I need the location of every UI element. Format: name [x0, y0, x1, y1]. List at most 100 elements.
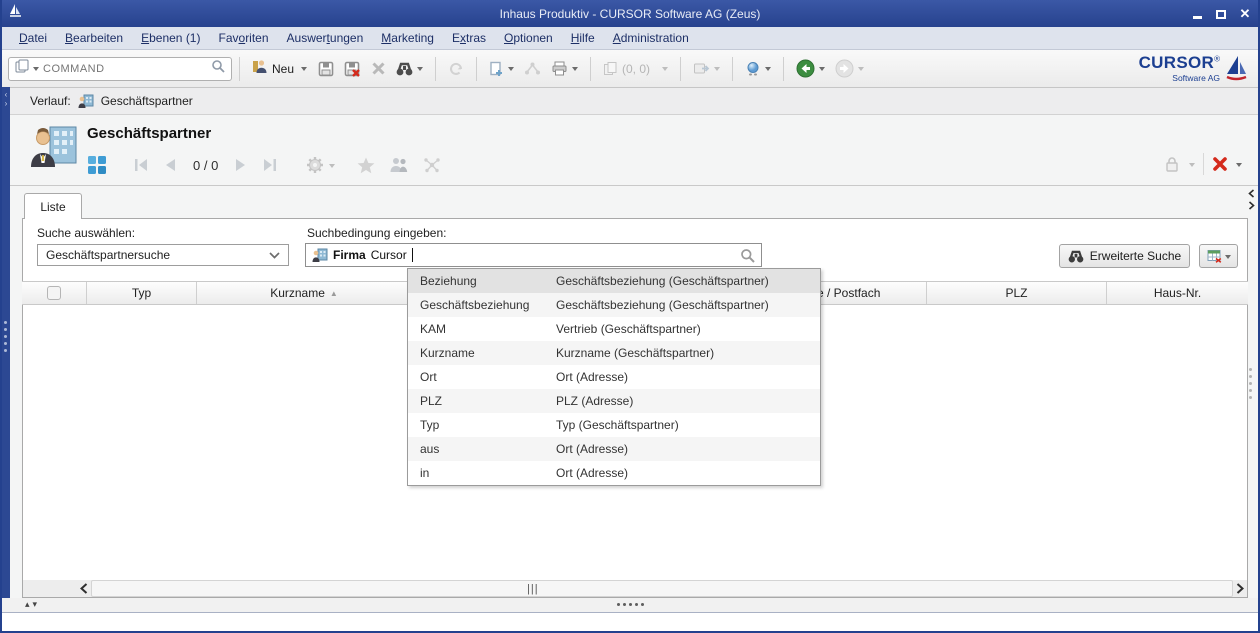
scroll-right-button[interactable] [1233, 580, 1247, 597]
left-splitter-strip[interactable]: ‹› [2, 87, 10, 611]
search-select[interactable]: Geschäftspartnersuche [37, 244, 289, 266]
lock-icon [1163, 155, 1181, 173]
menu-hilfe[interactable]: Hilfe [562, 31, 604, 45]
right-grip-dots-icon[interactable] [1249, 368, 1252, 399]
menu-auswertungen[interactable]: Auswertungen [278, 31, 373, 45]
suggestion-item[interactable]: BeziehungGeschäftsbeziehung (Geschäftspa… [408, 269, 820, 293]
history-bar: Verlauf: Geschäftspartner [10, 88, 1260, 115]
command-input[interactable] [43, 63, 207, 75]
select-all-checkbox[interactable] [47, 286, 61, 300]
menu-marketing[interactable]: Marketing [372, 31, 443, 45]
document-plus-icon [489, 61, 504, 77]
record-counter: 0 / 0 [191, 158, 220, 173]
menu-bearbeiten[interactable]: Bearbeiten [56, 31, 132, 45]
search-condition-input[interactable]: Firma Cursor [305, 243, 762, 267]
app-window: Inhaus Produktiv - CURSOR Software AG (Z… [0, 0, 1260, 633]
new-document-button[interactable] [484, 58, 519, 80]
left-grip-dots-icon [4, 321, 7, 352]
window-controls: ✕ [1190, 0, 1252, 27]
search-binoculars-button[interactable] [391, 59, 428, 79]
save-close-icon [344, 61, 361, 77]
search-token-firma: Firma [333, 248, 366, 262]
grid-view-icon[interactable] [87, 155, 107, 175]
online-user-caret-icon[interactable] [765, 67, 771, 74]
text-caret [412, 248, 413, 262]
printer-icon [551, 61, 568, 76]
suggestion-item[interactable]: TypTyp (Geschäftspartner) [408, 413, 820, 437]
save-icon [318, 61, 334, 77]
save-close-button[interactable] [339, 58, 366, 80]
column-config-button[interactable] [1199, 244, 1238, 268]
print-caret-icon[interactable] [572, 67, 578, 74]
column-config-caret-icon [1225, 255, 1231, 262]
scroll-left-button[interactable] [77, 580, 91, 597]
new-document-caret-icon[interactable] [508, 67, 514, 74]
main-toolbar: Neu [0, 50, 1260, 88]
search-condition-label: Suchbedingung eingeben: [307, 226, 446, 240]
splitter-grip-dots-icon[interactable] [617, 603, 644, 606]
cursor-logo: CURSOR® Software AG [1139, 54, 1248, 84]
gear-caret-icon [329, 164, 335, 171]
right-collapse-arrows[interactable] [1248, 189, 1255, 210]
column-header-plz[interactable]: PLZ [927, 282, 1107, 304]
menu-extras[interactable]: Extras [443, 31, 495, 45]
command-combobox[interactable] [8, 57, 232, 81]
suggestion-item[interactable]: KAMVertrieb (Geschäftspartner) [408, 317, 820, 341]
export-button [688, 58, 725, 79]
maximize-button[interactable] [1214, 7, 1228, 21]
businesspartner-icon [30, 121, 82, 178]
next-record-icon [234, 158, 248, 172]
navigate-back-button[interactable] [791, 56, 830, 81]
menu-favoriten[interactable]: Favoriten [209, 31, 277, 45]
input-search-icon[interactable] [740, 248, 755, 263]
scrollbar-thumb[interactable]: ||| [91, 580, 1233, 597]
minimize-button[interactable] [1190, 7, 1204, 21]
suggestion-item[interactable]: OrtOrt (Adresse) [408, 365, 820, 389]
command-search-icon[interactable] [211, 59, 225, 78]
column-header-hausnr[interactable]: Haus-Nr. [1107, 282, 1248, 304]
search-typed-text: Cursor [371, 248, 407, 262]
close-record-icon[interactable] [1212, 156, 1228, 172]
advanced-search-button[interactable]: Erweiterte Suche [1059, 244, 1190, 268]
scrollbar-grip-icon: ||| [527, 583, 539, 595]
close-button[interactable]: ✕ [1238, 7, 1252, 21]
select-all-header-cell [22, 282, 87, 304]
toolbar-separator [783, 57, 784, 81]
menu-datei[interactable]: Datei [10, 31, 56, 45]
close-record-caret-icon[interactable] [1236, 163, 1242, 170]
back-caret-icon[interactable] [819, 67, 825, 74]
search-dropdown-caret-icon[interactable] [417, 67, 423, 74]
left-collapse-arrows-icon[interactable]: ‹› [2, 90, 10, 108]
previous-record-icon [163, 158, 177, 172]
forward-caret-icon [858, 67, 864, 74]
suggestion-item[interactable]: inOrt (Adresse) [408, 461, 820, 485]
delete-x-icon [371, 61, 386, 76]
workflow-icon [524, 61, 541, 76]
print-button[interactable] [546, 58, 583, 79]
save-button[interactable] [313, 58, 339, 80]
bottom-splitter[interactable]: ▴▾ [0, 598, 1260, 612]
delete-button[interactable] [366, 58, 391, 79]
contacts-icon [389, 157, 409, 173]
suggestion-item[interactable]: GeschäftsbeziehungGeschäftsbeziehung (Ge… [408, 293, 820, 317]
suggestion-item[interactable]: ausOrt (Adresse) [408, 437, 820, 461]
suggestion-item[interactable]: KurznameKurzname (Geschäftspartner) [408, 341, 820, 365]
workflow-button [519, 58, 546, 79]
horizontal-scrollbar[interactable]: ||| [23, 580, 1247, 597]
online-user-button[interactable] [740, 58, 776, 80]
command-dropdown-caret-icon[interactable] [33, 67, 39, 74]
column-header-typ[interactable]: Typ [87, 282, 197, 304]
search-select-label: Suche auswählen: [37, 226, 135, 240]
relations-icon [423, 157, 441, 173]
menu-ebenen[interactable]: Ebenen (1) [132, 31, 209, 45]
new-record-button[interactable]: Neu [247, 56, 299, 82]
menu-optionen[interactable]: Optionen [495, 31, 562, 45]
pages-counter: (0, 0) [622, 62, 650, 76]
column-header-kurzname[interactable]: Kurzname▲ [197, 282, 412, 304]
splitter-collapse-arrows-icon[interactable]: ▴▾ [25, 599, 40, 610]
suggestion-item[interactable]: PLZPLZ (Adresse) [408, 389, 820, 413]
tab-liste[interactable]: Liste [24, 193, 82, 219]
menu-administration[interactable]: Administration [604, 31, 698, 45]
history-entry-geschaeftspartner[interactable]: Geschäftspartner [101, 94, 193, 108]
new-dropdown-caret-icon[interactable] [301, 67, 307, 74]
